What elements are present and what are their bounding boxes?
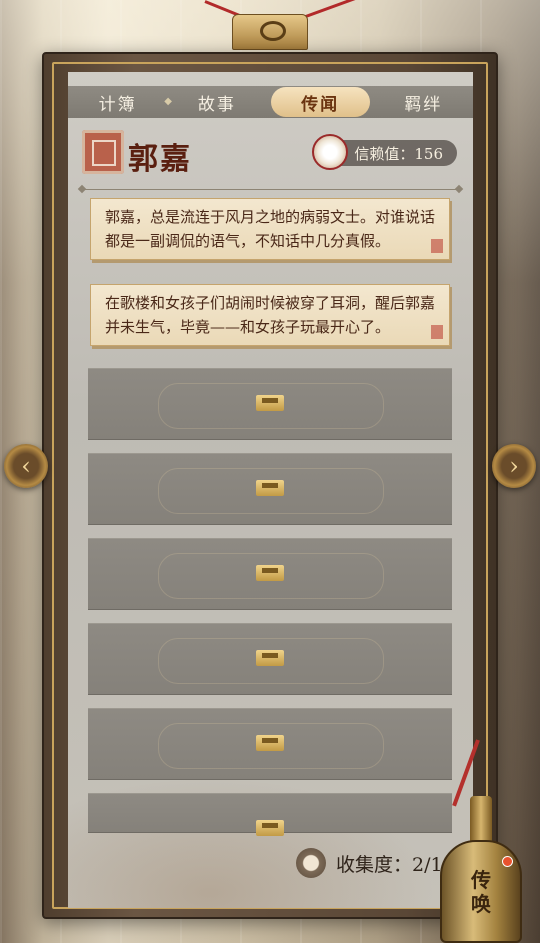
arrow-left-icon: ‹	[21, 452, 31, 480]
tab-label: 故事	[197, 94, 236, 115]
lock-icon	[256, 735, 284, 751]
next-character-button[interactable]: ›	[492, 444, 536, 488]
lock-icon	[256, 650, 284, 666]
character-seal-icon	[82, 130, 124, 174]
character-header: 郭嘉 信赖值：156	[68, 130, 473, 190]
rumor-text: 在歌楼和女孩子们胡闹时候被穿了耳洞，醒后郭嘉并未生气，毕竟——和女孩子玩最开心了…	[105, 294, 436, 336]
lock-icon	[256, 480, 284, 496]
locked-rumor-slot[interactable]	[88, 538, 452, 610]
rumor-panel: 计簿 ◆ 故事 传闻 羁绊 郭嘉 信赖值：156 郭嘉，总是流连于风月之地的病弱文…	[68, 72, 473, 908]
rumor-card[interactable]: 郭嘉，总是流连于风月之地的病弱文士。对谁说话都是一副调侃的语气，不知话中几分真假…	[90, 198, 450, 260]
lock-icon	[256, 395, 284, 411]
tab-label: 计簿	[98, 94, 137, 115]
locked-rumor-slot[interactable]	[88, 623, 452, 695]
header-divider	[82, 189, 459, 190]
rumor-text: 郭嘉，总是流连于风月之地的病弱文士。对谁说话都是一副调侃的语气，不知话中几分真假…	[105, 208, 436, 250]
locked-rumor-slot[interactable]	[88, 368, 452, 440]
flower-icon	[312, 134, 349, 170]
bell-label-top: 传	[471, 867, 491, 892]
pouch-icon	[296, 848, 326, 878]
locked-rumor-slot[interactable]	[88, 708, 452, 780]
trust-badge: 信赖值：156	[312, 134, 457, 170]
character-name: 郭嘉	[128, 142, 192, 177]
tab-label: 羁绊	[404, 94, 443, 115]
lock-icon	[256, 820, 284, 836]
scroll-hanger	[232, 14, 308, 50]
stamp-icon	[431, 325, 443, 339]
tab-bonds[interactable]: 羁绊	[374, 86, 473, 118]
tab-label: 传闻	[301, 94, 340, 115]
bell-icon: 传 唤	[440, 840, 522, 943]
tab-ledger[interactable]: 计簿 ◆	[68, 86, 172, 118]
locked-rumor-slot[interactable]	[88, 793, 452, 836]
lock-icon	[256, 565, 284, 581]
bell-handle	[470, 796, 492, 844]
arrow-right-icon: ›	[509, 452, 519, 480]
locked-rumor-slot[interactable]	[88, 453, 452, 525]
bell-label-bottom: 唤	[471, 891, 491, 916]
trust-value: 信赖值：156	[354, 144, 443, 163]
prev-character-button[interactable]: ‹	[4, 444, 48, 488]
tab-bar: 计簿 ◆ 故事 传闻 羁绊	[68, 86, 473, 118]
collection-progress: 收集度：2/15	[296, 848, 455, 878]
summon-bell-button[interactable]: 传 唤	[436, 739, 526, 943]
rumor-card[interactable]: 在歌楼和女孩子们胡闹时候被穿了耳洞，醒后郭嘉并未生气，毕竟——和女孩子玩最开心了…	[90, 284, 450, 346]
tab-story[interactable]: 故事	[167, 86, 266, 118]
notification-dot	[502, 856, 513, 867]
tab-rumors[interactable]: 传闻	[270, 87, 370, 117]
stamp-icon	[431, 239, 443, 253]
